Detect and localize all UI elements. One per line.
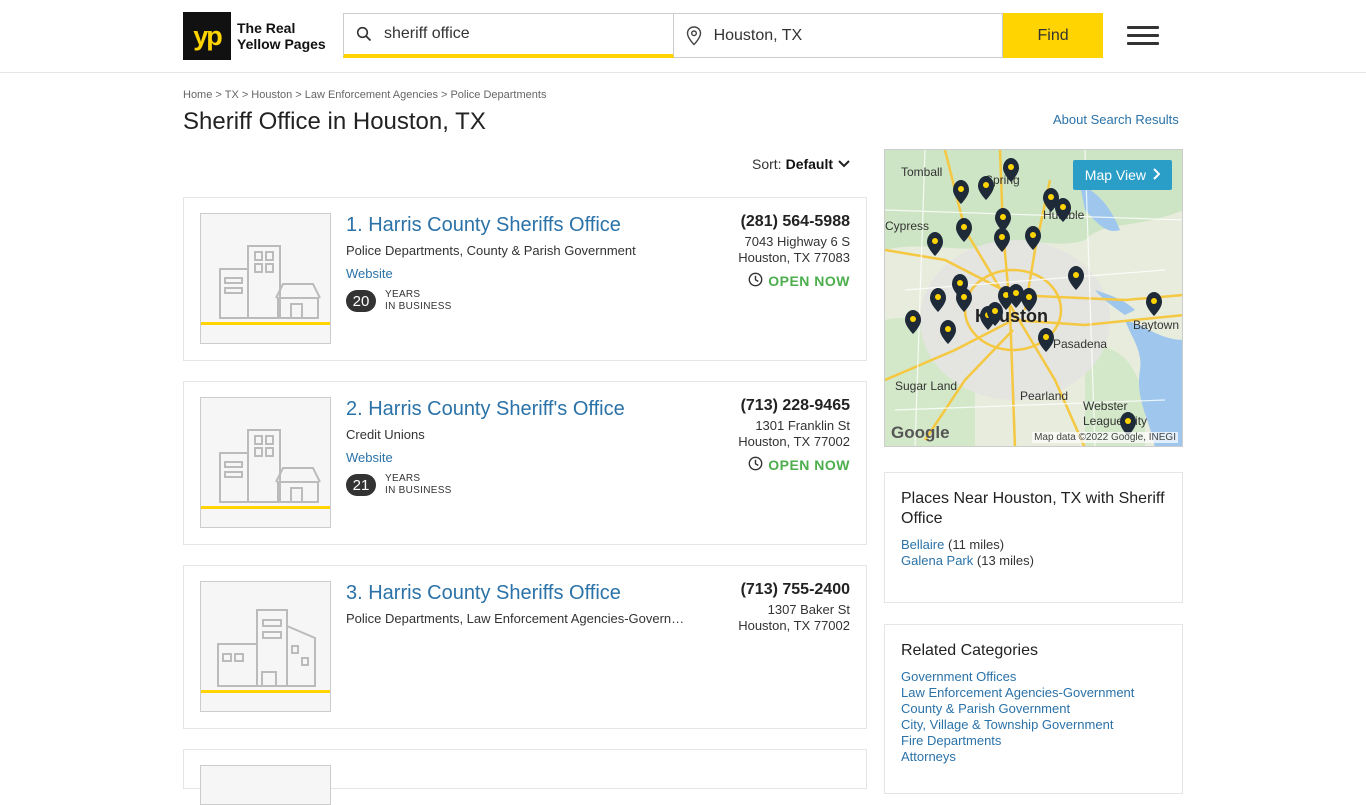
places-near-title: Places Near Houston, TX with Sheriff Off…: [901, 490, 1165, 527]
building-placeholder-icon[interactable]: [200, 581, 331, 712]
place-link[interactable]: Bellaire: [901, 537, 944, 552]
years-count: 20: [346, 290, 376, 312]
related-category-link[interactable]: Government Offices: [901, 669, 1016, 684]
map-label: Pasadena: [1053, 337, 1107, 351]
results-map[interactable]: Tomball Spring Humble Cypress Houston Ba…: [884, 149, 1183, 447]
map-view-button[interactable]: Map View: [1072, 160, 1172, 190]
page-title: Sheriff Office in Houston, TX: [183, 108, 486, 135]
street-address: 1301 Franklin St: [755, 418, 850, 433]
search-icon: [344, 26, 384, 42]
find-button[interactable]: Find: [1003, 13, 1103, 58]
contact-info: (713) 228-9465 1301 Franklin St Houston,…: [738, 397, 850, 474]
hamburger-menu-icon[interactable]: [1127, 26, 1159, 46]
listing-card: 1. Harris County Sheriffs Office Police …: [183, 197, 867, 361]
city-address: Houston, TX 77002: [738, 618, 850, 633]
business-name-link[interactable]: 2. Harris County Sheriff's Office: [346, 398, 625, 421]
site-header: yp The Real Yellow Pages Find: [0, 0, 1366, 73]
map-label: Webster: [1083, 399, 1127, 413]
business-name-link[interactable]: 3. Harris County Sheriffs Office: [346, 582, 621, 605]
website-link[interactable]: Website: [346, 266, 393, 281]
years-count: 21: [346, 474, 376, 496]
contact-info: (713) 755-2400 1307 Baker St Houston, TX…: [738, 581, 850, 634]
map-label: Cypress: [885, 219, 929, 233]
related-category-link[interactable]: City, Village & Township Government: [901, 717, 1113, 732]
business-name-link[interactable]: 1. Harris County Sheriffs Office: [346, 214, 621, 237]
search-input[interactable]: [384, 25, 654, 43]
related-category-link[interactable]: County & Parish Government: [901, 701, 1070, 716]
sort-label: Sort:: [752, 156, 782, 172]
breadcrumb: Home > TX > Houston > Law Enforcement Agencies…: [183, 89, 547, 101]
sort-value: Default: [785, 156, 834, 172]
place-item: Galena Park (13 miles): [901, 553, 1034, 568]
breadcrumb-houston[interactable]: Houston: [251, 89, 292, 101]
contact-info: (281) 564-5988 7043 Highway 6 S Houston,…: [738, 213, 850, 290]
business-categories: Police Departments, Law Enforcement Agen…: [346, 611, 691, 626]
map-graphic: Tomball Spring Humble Cypress Houston Ba…: [885, 150, 1182, 446]
map-label: Sugar Land: [895, 379, 957, 393]
listing-card: [183, 749, 867, 805]
open-status: OPEN NOW: [738, 456, 850, 474]
building-placeholder-icon[interactable]: [200, 765, 331, 805]
map-label: Baytown: [1133, 318, 1179, 332]
open-status: OPEN NOW: [738, 272, 850, 290]
place-link[interactable]: Galena Park: [901, 553, 973, 568]
related-categories-title: Related Categories: [901, 642, 1038, 659]
google-logo: Google: [891, 423, 950, 442]
breadcrumb-home[interactable]: Home: [183, 89, 212, 101]
phone-number[interactable]: (713) 755-2400: [738, 581, 850, 599]
city-address: Houston, TX 77083: [738, 250, 850, 265]
clock-icon: [748, 456, 763, 474]
related-categories-box: Related Categories Government Offices La…: [884, 624, 1183, 794]
chevron-right-icon: [1152, 167, 1161, 183]
map-label: Pearland: [1020, 389, 1068, 403]
breadcrumb-tx[interactable]: TX: [225, 89, 239, 101]
years-in-business: 21 YEARS IN BUSINESS: [346, 473, 452, 497]
building-placeholder-icon[interactable]: [200, 213, 331, 344]
related-category-link[interactable]: Attorneys: [901, 749, 956, 764]
listing-card: 3. Harris County Sheriffs Office Police …: [183, 565, 867, 729]
related-category-link[interactable]: Fire Departments: [901, 733, 1001, 748]
breadcrumb-law-enforcement[interactable]: Law Enforcement Agencies: [305, 89, 438, 101]
location-input[interactable]: [713, 26, 984, 45]
phone-number[interactable]: (281) 564-5988: [738, 213, 850, 231]
map-label: League City: [1083, 414, 1147, 428]
yp-logo[interactable]: yp The Real Yellow Pages: [183, 12, 326, 60]
places-near-box: Places Near Houston, TX with Sheriff Off…: [884, 472, 1183, 603]
related-category-link[interactable]: Law Enforcement Agencies-Government: [901, 685, 1134, 700]
sort-dropdown[interactable]: Sort: Default: [752, 156, 851, 172]
clock-icon: [748, 272, 763, 290]
yp-logo-text: The Real Yellow Pages: [237, 20, 326, 52]
yp-logo-mark: yp: [183, 12, 231, 60]
street-address: 1307 Baker St: [767, 602, 850, 617]
phone-number[interactable]: (713) 228-9465: [738, 397, 850, 415]
building-placeholder-icon[interactable]: [200, 397, 331, 528]
search-field[interactable]: [343, 13, 674, 58]
business-categories: Credit Unions: [346, 427, 425, 442]
search-bar: Find: [343, 13, 1103, 58]
breadcrumb-police-departments[interactable]: Police Departments: [450, 89, 546, 101]
place-item: Bellaire (11 miles): [901, 537, 1005, 552]
location-field[interactable]: [673, 13, 1004, 58]
listing-card: 2. Harris County Sheriff's Office Credit…: [183, 381, 867, 545]
location-pin-icon: [674, 25, 714, 46]
city-address: Houston, TX 77002: [738, 434, 850, 449]
about-search-results-link[interactable]: About Search Results: [1053, 112, 1179, 127]
website-link[interactable]: Website: [346, 450, 393, 465]
business-categories: Police Departments, County & Parish Gove…: [346, 243, 636, 258]
map-credit[interactable]: Map data ©2022 Google, INEGI: [1032, 432, 1178, 443]
chevron-down-icon: [837, 156, 851, 172]
street-address: 7043 Highway 6 S: [744, 234, 850, 249]
years-in-business: 20 YEARS IN BUSINESS: [346, 289, 452, 313]
map-label: Tomball: [901, 165, 942, 179]
